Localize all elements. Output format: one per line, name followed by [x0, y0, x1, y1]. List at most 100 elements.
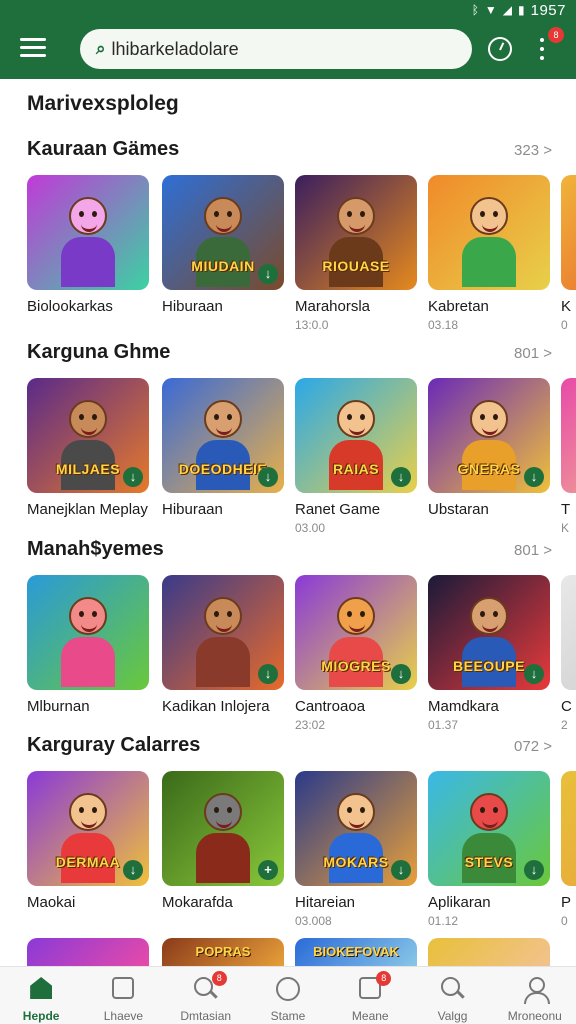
game-title: Aplikaran [428, 894, 491, 911]
history-icon[interactable] [488, 37, 512, 61]
game-card[interactable]: DERMAA ↓ Maokai [27, 771, 151, 914]
game-card[interactable]: Kabretan 03.18 [428, 175, 552, 332]
game-meta: 23:02 [295, 718, 326, 732]
download-icon[interactable]: ↓ [258, 664, 278, 684]
wifi-icon: ▼ [484, 3, 497, 17]
battery-icon: ▮ [518, 3, 525, 17]
nav-item-search-badge[interactable]: 8 Dmtasian [165, 967, 247, 1024]
nav-label: Lhaeve [103, 1009, 144, 1023]
search-input[interactable]: lhibarkeladolare [112, 39, 239, 60]
game-card[interactable]: GNERAS ↓ Ubstaran [428, 378, 552, 521]
download-icon[interactable]: ↓ [123, 467, 143, 487]
game-card[interactable]: MILJAES ↓ Manejklan Meplay [27, 378, 151, 521]
download-icon[interactable]: ↓ [524, 467, 544, 487]
game-meta: 01.37 [428, 718, 459, 732]
game-card[interactable]: C2 [561, 575, 576, 732]
game-thumbnail[interactable] [27, 575, 149, 690]
search-icon [440, 977, 465, 1001]
game-card[interactable]: K0 [561, 175, 576, 332]
nav-item-library[interactable]: Lhaeve [82, 967, 164, 1024]
game-card[interactable]: RAIAS ↓ Ranet Game 03.00 [295, 378, 419, 535]
game-title: Kadikan Inlojera [162, 698, 270, 715]
game-title: Hitareian [295, 894, 356, 911]
game-thumbnail[interactable]: MOKARS ↓ [295, 771, 417, 886]
game-card[interactable]: MIUDAIN ↓ Hiburaan [162, 175, 286, 318]
card-row: MILJAES ↓ Manejklan Meplay DOEODHEIE ↓ Hibura… [27, 378, 576, 538]
section-title: Kauraan Gämes [27, 138, 180, 160]
game-card[interactable]: Biolookarkas [27, 175, 151, 318]
game-thumbnail-partial[interactable]: POPRAS [162, 938, 284, 968]
game-card[interactable]: P0 [561, 771, 576, 928]
download-icon[interactable]: ↓ [391, 860, 411, 880]
game-thumbnail[interactable]: STEVS ↓ [428, 771, 550, 886]
game-thumbnail[interactable] [27, 175, 149, 290]
nav-label: Mroneonu [507, 1009, 562, 1023]
nav-item-profile[interactable]: Mroneonu [494, 967, 576, 1024]
game-thumbnail[interactable]: MILJAES ↓ [27, 378, 149, 493]
more-options-button[interactable] [538, 38, 546, 60]
section-more-link[interactable]: 072 > [514, 738, 552, 755]
download-icon[interactable]: ↓ [524, 860, 544, 880]
game-title: Ranet Game [295, 501, 381, 518]
status-time: 1957 [530, 1, 566, 19]
game-title: P [561, 894, 572, 911]
game-card[interactable]: STEVS ↓ Aplikaran 01.12 [428, 771, 552, 928]
search-bar[interactable]: ⌕ lhibarkeladolare [80, 29, 472, 69]
download-icon[interactable]: ↓ [258, 467, 278, 487]
game-logo-text: POPRAS [195, 944, 251, 959]
game-thumbnail[interactable]: ↓ [162, 575, 284, 690]
card-row: Biolookarkas MIUDAIN ↓ Hiburaan RIOUASE Marah… [27, 175, 576, 335]
game-thumbnail[interactable]: DOEODHEIE ↓ [162, 378, 284, 493]
game-title: Maokai [27, 894, 76, 911]
game-title: Mokarafda [162, 894, 233, 911]
nav-item-home[interactable]: Hepde [0, 967, 82, 1024]
game-thumbnail[interactable]: BEEOUPE ↓ [428, 575, 550, 690]
game-title: Hiburaan [162, 298, 223, 315]
section-more-link[interactable]: 323 > [514, 142, 552, 159]
game-thumbnail[interactable]: RIOUASE [295, 175, 417, 290]
game-meta: 0 [561, 318, 568, 332]
game-meta: 01.12 [428, 914, 459, 928]
game-card[interactable]: TK [561, 378, 576, 535]
game-card[interactable]: ↓ Kadikan Inlojera [162, 575, 286, 718]
game-title: C [561, 698, 572, 715]
game-meta: 2 [561, 718, 568, 732]
game-card[interactable]: Mlburnan [27, 575, 151, 718]
search-icon: ⌕ [96, 39, 106, 58]
download-icon[interactable]: ↓ [391, 664, 411, 684]
game-card[interactable]: + Mokarafda [162, 771, 286, 914]
game-thumbnail[interactable]: GNERAS ↓ [428, 378, 550, 493]
game-thumbnail[interactable]: RAIAS ↓ [295, 378, 417, 493]
download-icon[interactable]: + [258, 860, 278, 880]
game-thumbnail[interactable] [561, 175, 576, 290]
game-thumbnail-partial[interactable] [27, 938, 149, 968]
section-more-link[interactable]: 801 > [514, 542, 552, 559]
game-card[interactable]: DOEODHEIE ↓ Hiburaan [162, 378, 286, 521]
game-thumbnail[interactable]: MIUDAIN ↓ [162, 175, 284, 290]
game-thumbnail[interactable] [561, 771, 576, 886]
game-thumbnail-partial[interactable] [428, 938, 550, 968]
game-title: Marahorsla [295, 298, 371, 315]
download-icon[interactable]: ↓ [391, 467, 411, 487]
game-thumbnail[interactable]: DERMAA ↓ [27, 771, 149, 886]
nav-item-inbox[interactable]: 8 Meane [329, 967, 411, 1024]
game-card[interactable]: BEEOUPE ↓ Mamdkara 01.37 [428, 575, 552, 732]
game-thumbnail[interactable] [428, 175, 550, 290]
download-icon[interactable]: ↓ [258, 264, 278, 284]
game-thumbnail[interactable]: + [162, 771, 284, 886]
download-icon[interactable]: ↓ [524, 664, 544, 684]
game-card[interactable]: MOKARS ↓ Hitareian 03.008 [295, 771, 419, 928]
section-more-link[interactable]: 801 > [514, 345, 552, 362]
game-card[interactable]: MIOGRES ↓ Cantroaoa 23:02 [295, 575, 419, 732]
game-thumbnail[interactable]: MIOGRES ↓ [295, 575, 417, 690]
download-icon[interactable]: ↓ [123, 860, 143, 880]
menu-button[interactable] [20, 38, 46, 60]
game-card[interactable]: RIOUASE Marahorsla 13:0.0 [295, 175, 419, 332]
peek-row: POPRAS BIOKEFOVAK [27, 938, 576, 968]
nav-item-search[interactable]: Valgg [411, 967, 493, 1024]
game-thumbnail[interactable] [561, 378, 576, 493]
nav-item-circle[interactable]: Stame [247, 967, 329, 1024]
nav-label: Meane [351, 1009, 389, 1023]
game-thumbnail[interactable] [561, 575, 576, 690]
game-thumbnail-partial[interactable]: BIOKEFOVAK [295, 938, 417, 968]
